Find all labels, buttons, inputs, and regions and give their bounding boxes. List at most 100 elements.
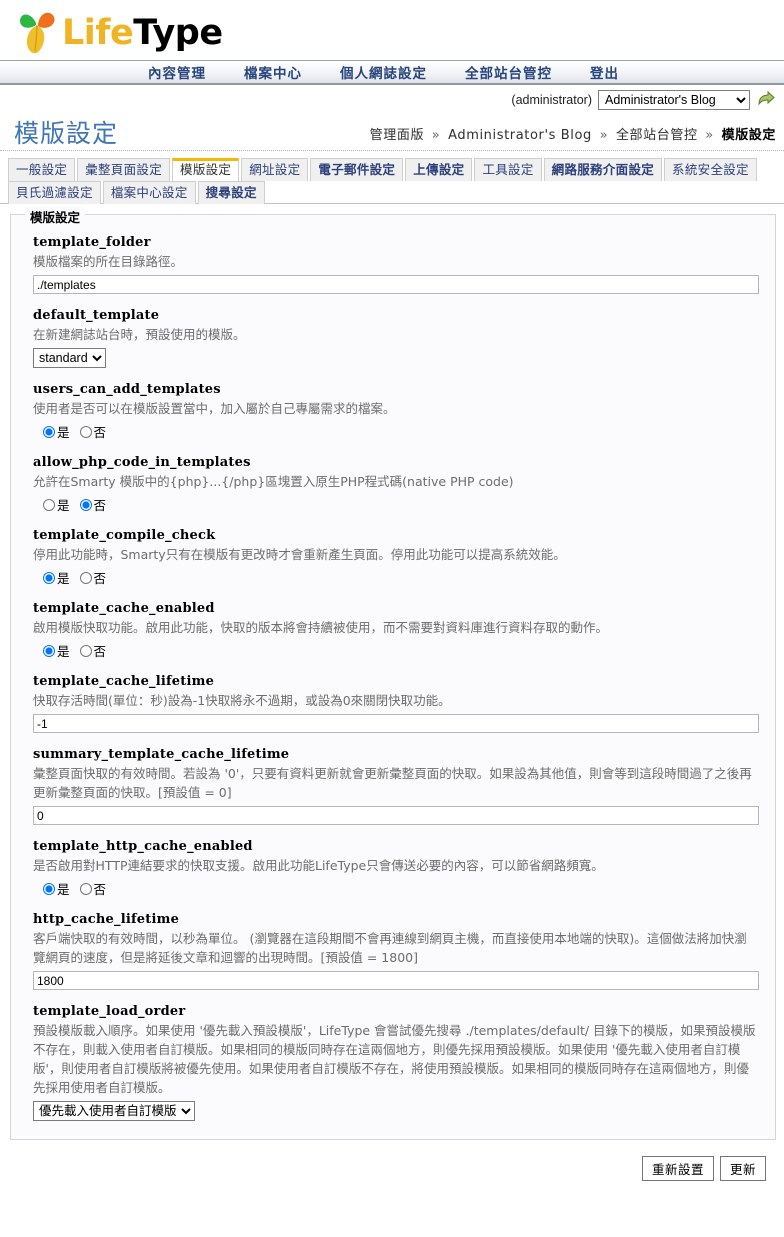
radio-option[interactable]: 否 [79, 641, 107, 660]
tab-2[interactable]: 模版設定 [172, 158, 240, 181]
radio-template_cache_enabled-0[interactable] [43, 644, 55, 657]
nav-item-blog-settings[interactable]: 個人網誌設定 [340, 62, 427, 82]
radio-label[interactable]: 否 [94, 422, 107, 441]
radio-option[interactable]: 是 [43, 879, 70, 898]
field-users_can_add_templates: users_can_add_templates 使用者是否可以在模版設置當中，加入… [11, 382, 775, 441]
tab-1[interactable]: 彙整頁面設定 [77, 158, 171, 181]
breadcrumb-separator: » [599, 128, 609, 143]
field-description: 是否啟用對HTTP連結要求的快取支援。啟用此功能LifeType只會傳送必要的內… [33, 858, 604, 873]
radio-template_http_cache_enabled-0[interactable] [43, 882, 55, 895]
field-label: template_load_order [33, 1004, 186, 1019]
input-summary_template_cache_lifetime[interactable] [33, 806, 759, 825]
radio-option[interactable]: 否 [79, 568, 107, 587]
radio-template_http_cache_enabled-1[interactable] [79, 882, 92, 895]
input-http_cache_lifetime[interactable] [33, 971, 759, 990]
field-description: 預設模版載入順序。如果使用 '優先載入預設模版'，LifeType 會嘗試優先搜… [33, 1023, 756, 1095]
field-label: template_folder [33, 235, 151, 250]
radio-label[interactable]: 否 [94, 495, 107, 514]
radio-template_cache_enabled-1[interactable] [79, 644, 92, 657]
radio-option[interactable]: 是 [43, 422, 70, 441]
field-description: 允許在Smarty 模版中的{php}...{/php}區塊置入原生PHP程式碼… [33, 474, 514, 489]
field-label: default_template [33, 308, 160, 323]
radio-label[interactable]: 是 [57, 495, 70, 514]
breadcrumb-current: 模版設定 [721, 128, 776, 143]
radio-users_can_add_templates-1[interactable] [79, 425, 92, 438]
radio-allow_php_code_in_templates-0[interactable] [43, 498, 55, 511]
select-template_load_order[interactable]: 優先載入使用者自訂模版優先載入預設模版 [33, 1101, 195, 1121]
radio-option[interactable]: 是 [43, 641, 70, 660]
administrator-label: (administrator) [511, 93, 592, 107]
tab-6[interactable]: 工具設定 [474, 158, 542, 181]
radio-label[interactable]: 否 [94, 568, 107, 587]
tab-7[interactable]: 網路服務介面設定 [543, 158, 663, 181]
field-label: summary_template_cache_lifetime [33, 747, 290, 762]
select-default_template[interactable]: standard [33, 348, 106, 368]
breadcrumb-item-admin-panel[interactable]: 管理面版 [370, 128, 424, 143]
breadcrumb-item-site-admin[interactable]: 全部站台管控 [616, 128, 698, 143]
field-summary_template_cache_lifetime: summary_template_cache_lifetime 彙整頁面快取的有效… [11, 747, 775, 825]
input-template_folder[interactable] [33, 275, 759, 294]
nav-item-content-management[interactable]: 內容管理 [148, 62, 206, 82]
breadcrumb-separator: » [431, 128, 441, 143]
branding-header: LifeType [0, 0, 784, 60]
nav-item-file-center[interactable]: 檔案中心 [244, 62, 302, 82]
page-header: 模版設定 管理面版 » Administrator's Blog » 全部站台管… [0, 111, 784, 151]
field-description: 快取存活時間(單位：秒)設為-1快取將永不過期，或設為0來關閉快取功能。 [33, 693, 451, 708]
breadcrumb: 管理面版 » Administrator's Blog » 全部站台管控 » 模… [370, 124, 776, 146]
radio-option[interactable]: 是 [43, 568, 70, 587]
blog-selector-bar: (administrator) Administrator's Blog [0, 85, 784, 111]
tab-8[interactable]: 系統安全設定 [664, 158, 757, 181]
radio-option[interactable]: 否 [79, 879, 107, 898]
radio-label[interactable]: 是 [57, 568, 70, 587]
settings-fields: template_folder 模版檔案的所在目錄路徑。 default_templ… [11, 235, 775, 1121]
radio-label[interactable]: 否 [94, 641, 107, 660]
update-button[interactable]: 更新 [719, 1156, 766, 1181]
radio-label[interactable]: 否 [94, 879, 107, 898]
breadcrumb-item-blog[interactable]: Administrator's Blog [448, 128, 592, 143]
blog-select[interactable]: Administrator's Blog [598, 90, 750, 110]
template-settings-panel: 模版設定 template_folder 模版檔案的所在目錄路徑。 default_… [10, 207, 776, 1140]
field-label: http_cache_lifetime [33, 912, 180, 927]
field-description: 彙整頁面快取的有效時間。若設為 '0'，只要有資料更新就會更新彙整頁面的快取。如… [33, 766, 752, 800]
radio-option[interactable]: 是 [43, 495, 70, 514]
tab-0[interactable]: 一般設定 [8, 158, 76, 181]
radio-template_compile_check-1[interactable] [79, 571, 92, 584]
radio-label[interactable]: 是 [57, 879, 70, 898]
tab-4[interactable]: 電子郵件設定 [310, 158, 404, 181]
radio-option[interactable]: 否 [79, 495, 107, 514]
field-label: template_cache_enabled [33, 601, 215, 616]
main-navigation: 內容管理 檔案中心 個人網誌設定 全部站台管控 登出 [0, 60, 784, 85]
form-actions: 重新設置 更新 [0, 1156, 776, 1181]
radio-group-template_http_cache_enabled: 是否 [33, 879, 759, 898]
field-description: 在新建網誌站台時，預設使用的模版。 [33, 327, 246, 342]
radio-users_can_add_templates-0[interactable] [43, 425, 55, 438]
nav-item-site-admin[interactable]: 全部站台管控 [465, 62, 552, 82]
tab-9[interactable]: 貝氏過濾設定 [8, 181, 101, 204]
input-template_cache_lifetime[interactable] [33, 714, 759, 733]
radio-allow_php_code_in_templates-1[interactable] [79, 498, 92, 511]
radio-label[interactable]: 是 [57, 641, 70, 660]
nav-item-logout[interactable]: 登出 [590, 62, 619, 82]
logo-wordmark: LifeType [62, 12, 223, 53]
radio-group-template_compile_check: 是否 [33, 568, 759, 587]
tab-3[interactable]: 網址設定 [241, 158, 309, 181]
logo-life-text: Life [62, 12, 134, 53]
tab-11[interactable]: 搜尋設定 [197, 181, 265, 204]
radio-group-users_can_add_templates: 是否 [33, 422, 759, 441]
radio-label[interactable]: 是 [57, 422, 70, 441]
radio-template_compile_check-0[interactable] [43, 571, 55, 584]
field-description: 啟用模版快取功能。啟用此功能，快取的版本將會持續被使用，而不需要對資料庫進行資料… [33, 620, 609, 635]
radio-option[interactable]: 否 [79, 422, 107, 441]
field-label: allow_php_code_in_templates [33, 455, 251, 470]
page-title: 模版設定 [14, 119, 119, 148]
go-arrow-icon[interactable] [756, 90, 776, 110]
field-template_load_order: template_load_order 預設模版載入順序。如果使用 '優先載入預設… [11, 1004, 775, 1121]
leaf-logo-icon [18, 9, 58, 57]
field-http_cache_lifetime: http_cache_lifetime 客戶端快取的有效時間，以秒為單位。 (瀏覽… [11, 912, 775, 990]
field-template_cache_enabled: template_cache_enabled 啟用模版快取功能。啟用此功能，快取的… [11, 601, 775, 660]
tab-10[interactable]: 檔案中心設定 [102, 181, 196, 204]
field-template_cache_lifetime: template_cache_lifetime 快取存活時間(單位：秒)設為-1快… [11, 674, 775, 733]
panel-legend: 模版設定 [25, 207, 86, 226]
tab-5[interactable]: 上傳設定 [405, 158, 473, 181]
reset-button[interactable]: 重新設置 [641, 1156, 714, 1181]
